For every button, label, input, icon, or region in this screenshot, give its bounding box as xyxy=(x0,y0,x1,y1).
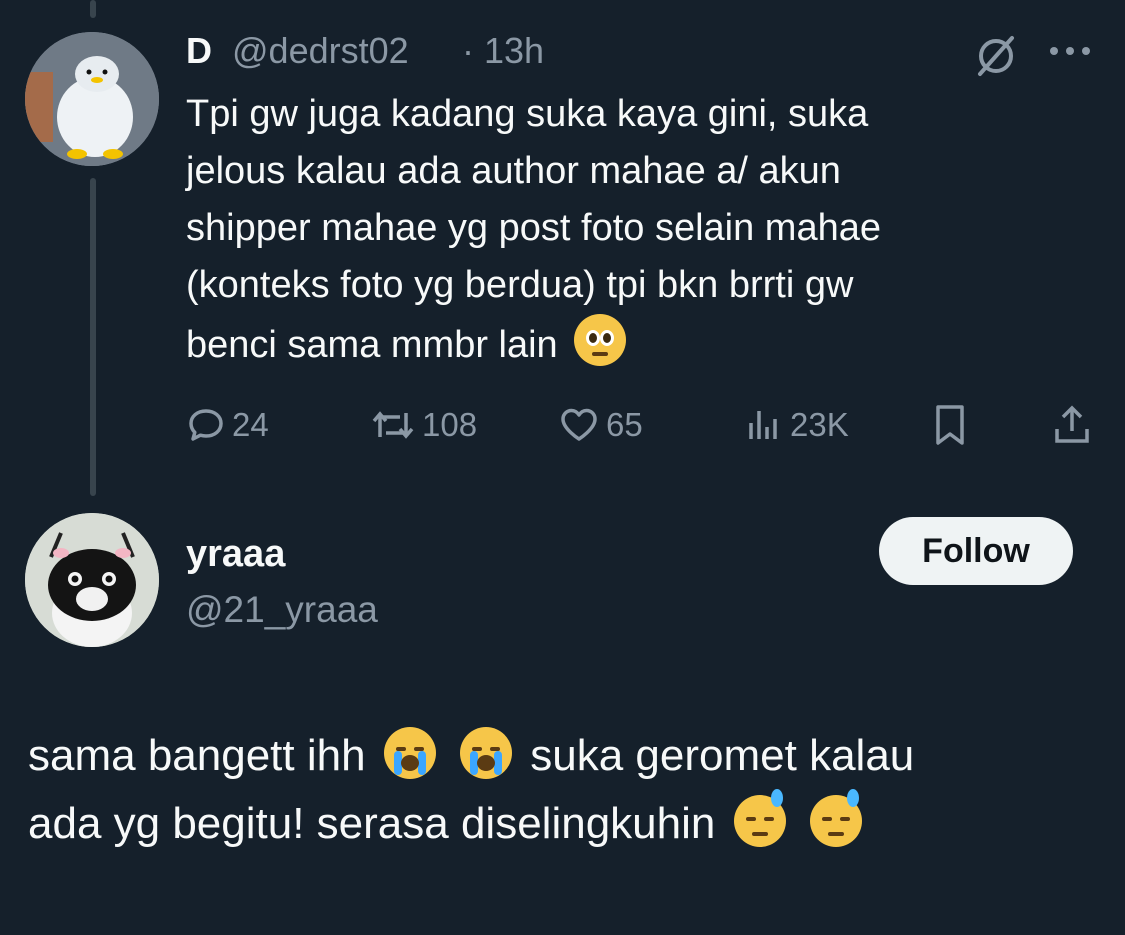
repost-button[interactable]: 108 xyxy=(370,398,477,452)
avatar-parent[interactable] xyxy=(25,32,159,166)
parent-handle[interactable]: @dedrst02 xyxy=(232,30,409,72)
avatar-reply[interactable] xyxy=(25,513,159,647)
views-icon xyxy=(749,411,777,439)
reply-display-name[interactable]: yraaa xyxy=(186,533,285,576)
like-icon xyxy=(561,408,597,441)
like-count: 65 xyxy=(606,406,643,443)
parent-text-line: (konteks foto yg berdua) tpi bkn brrti g… xyxy=(186,264,854,306)
reply-text-line: ada yg begitu! serasa diselingkuhin xyxy=(28,789,914,858)
parent-text-line: jelous kalau ada author mahae a/ akun xyxy=(186,150,841,192)
follow-button[interactable]: Follow xyxy=(879,517,1073,585)
loudly-crying-face-emoji xyxy=(460,727,513,779)
parent-tweet-text: Tpi gw juga kadang suka kaya gini, suka … xyxy=(186,86,881,374)
parent-display-name[interactable]: D xyxy=(186,30,212,72)
thread-line-top xyxy=(90,0,96,18)
downcast-face-with-sweat-emoji xyxy=(809,789,862,847)
thread-line-connector xyxy=(90,178,96,496)
share-button[interactable] xyxy=(1052,398,1092,452)
bookmark-button[interactable] xyxy=(930,398,970,452)
share-icon xyxy=(1055,405,1089,443)
reply-count: 24 xyxy=(232,406,269,443)
views-button[interactable]: 23K xyxy=(744,398,849,452)
loudly-crying-face-emoji xyxy=(383,727,436,779)
reply-text-line: sama bangett ihh suka geromet kalau xyxy=(28,722,914,790)
views-count: 23K xyxy=(790,406,849,443)
parent-action-bar: 24 108 65 23K xyxy=(186,398,1096,452)
parent-text-line: shipper mahae yg post foto selain mahae xyxy=(186,207,881,249)
cat-avatar-icon xyxy=(25,513,159,647)
reply-button[interactable]: 24 xyxy=(186,398,269,452)
pleading-face-emoji xyxy=(574,314,627,366)
grok-icon[interactable] xyxy=(972,32,1020,85)
parent-text-line: Tpi gw juga kadang suka kaya gini, suka xyxy=(186,93,869,135)
penguin-plush-icon xyxy=(25,32,159,166)
repost-icon xyxy=(372,411,414,439)
repost-count: 108 xyxy=(422,406,478,443)
like-button[interactable]: 65 xyxy=(558,398,643,452)
parent-text-line: benci sama mmbr lain xyxy=(186,314,881,374)
reply-handle[interactable]: @21_yraaa xyxy=(186,589,378,631)
downcast-face-with-sweat-emoji xyxy=(733,789,786,847)
more-icon[interactable] xyxy=(1045,38,1095,69)
reply-tweet-text: sama bangett ihh suka geromet kalau ada … xyxy=(28,722,914,858)
reply-icon xyxy=(189,409,223,441)
parent-time-separator: · xyxy=(462,30,474,71)
bookmark-icon xyxy=(936,405,964,445)
parent-timestamp[interactable]: 13h xyxy=(484,30,544,72)
